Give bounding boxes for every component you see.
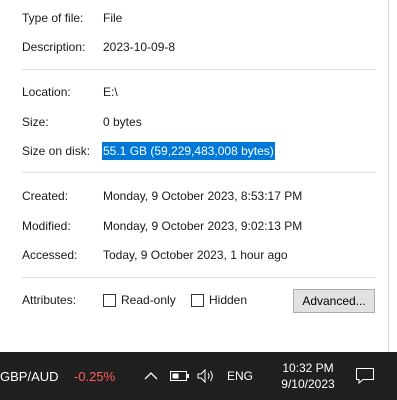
description-label: Description: (22, 40, 86, 54)
type-label: Type of file: (22, 11, 84, 25)
separator (22, 172, 376, 173)
battery-icon[interactable] (170, 352, 190, 400)
dialog-edge (388, 0, 389, 352)
hidden-label[interactable]: Hidden (209, 291, 247, 309)
separator (22, 277, 376, 278)
ticker-change[interactable]: -0.25% (74, 352, 115, 400)
readonly-checkbox-box[interactable] (103, 293, 116, 307)
volume-icon[interactable] (196, 352, 216, 400)
advanced-button[interactable]: Advanced... (293, 289, 375, 313)
size-value: 0 bytes (103, 115, 142, 129)
location-value: E:\ (103, 85, 118, 99)
hidden-checkbox-box[interactable] (191, 293, 204, 307)
created-value: Monday, 9 October 2023, 8:53:17 PM (103, 189, 303, 203)
notification-icon[interactable] (355, 352, 375, 400)
properties-dialog: Type of file: File Description: 2023-10-… (0, 0, 397, 352)
readonly-checkbox[interactable]: Read-only (103, 291, 176, 309)
separator (22, 69, 376, 70)
modified-label: Modified: (22, 219, 71, 233)
modified-value: Monday, 9 October 2023, 9:02:13 PM (103, 219, 303, 233)
language-indicator[interactable]: ENG (227, 352, 253, 400)
hidden-checkbox[interactable]: Hidden (191, 291, 247, 309)
taskbar: GBP/AUD -0.25% ENG 10:32 PM 9/10/2023 (0, 352, 397, 400)
clock-time: 10:32 PM (282, 361, 334, 375)
location-label: Location: (22, 85, 71, 99)
size-on-disk-value[interactable]: 55.1 GB (59,229,483,008 bytes) (102, 142, 275, 160)
readonly-label[interactable]: Read-only (121, 291, 176, 309)
created-label: Created: (22, 189, 69, 203)
size-on-disk-label: Size on disk: (22, 144, 91, 158)
ticker-symbol[interactable]: GBP/AUD (0, 352, 59, 400)
accessed-label: Accessed: (22, 248, 78, 262)
accessed-value: Today, 9 October 2023, 1 hour ago (103, 248, 288, 262)
description-value: 2023-10-09-8 (103, 40, 176, 54)
clock-date: 9/10/2023 (281, 377, 335, 391)
type-value: File (103, 11, 123, 25)
attributes-label: Attributes: (22, 293, 77, 307)
chevron-up-icon[interactable] (144, 352, 158, 400)
clock[interactable]: 10:32 PM 9/10/2023 (270, 352, 346, 400)
size-label: Size: (22, 115, 49, 129)
